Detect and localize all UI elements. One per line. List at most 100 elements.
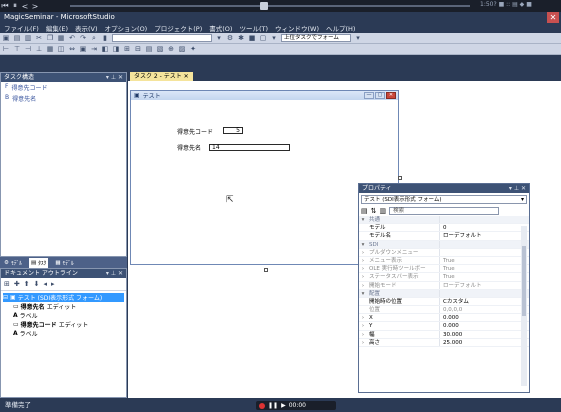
property-row[interactable]: › 高さ 25.000 bbox=[359, 338, 529, 347]
property-row[interactable]: モデル 0 bbox=[359, 224, 529, 233]
expand-icon[interactable]: › bbox=[359, 339, 367, 346]
task-form-combo[interactable]: 上位タスクでフォーム bbox=[281, 34, 351, 42]
property-search-input[interactable]: 検索 bbox=[389, 207, 500, 215]
menu-project[interactable]: プロジェクト(P) bbox=[154, 23, 202, 33]
scrollbar-thumb[interactable] bbox=[522, 246, 526, 316]
record-icon[interactable] bbox=[259, 402, 265, 409]
align-right-icon[interactable]: ⊣ bbox=[24, 45, 32, 53]
expand-icon[interactable]: › bbox=[359, 249, 367, 256]
pause-icon[interactable]: ❚❚ bbox=[268, 402, 278, 409]
collapse-icon[interactable]: ▾ bbox=[359, 241, 367, 248]
pin-icon[interactable]: ▾ ⊥ ✕ bbox=[509, 184, 526, 193]
customer-name-field[interactable]: 14 bbox=[209, 144, 290, 151]
redo-icon[interactable]: ↷ bbox=[79, 34, 87, 42]
expand-icon[interactable]: › bbox=[359, 322, 367, 329]
prev-icon[interactable]: < bbox=[20, 1, 30, 11]
combo-arrow-icon[interactable]: ▾ bbox=[354, 34, 362, 42]
pause-icon[interactable]: ⏸ bbox=[10, 1, 20, 11]
expand-icon[interactable]: › bbox=[359, 257, 367, 264]
table-icon[interactable]: ⊟ bbox=[134, 45, 142, 53]
menu-help[interactable]: ヘルプ(H) bbox=[326, 23, 355, 33]
toolbar-search-input[interactable] bbox=[112, 34, 212, 42]
property-row[interactable]: › OLE 実行時ツールボー True bbox=[359, 265, 529, 274]
dropdown-icon[interactable]: ▾ bbox=[215, 34, 223, 42]
cut-icon[interactable]: ✂ bbox=[35, 34, 43, 42]
menu-file[interactable]: ファイル(F) bbox=[4, 23, 39, 33]
menu-window[interactable]: ウィンドウ(W) bbox=[275, 23, 319, 33]
find-icon[interactable]: ⌕ bbox=[90, 34, 98, 42]
tab-task[interactable]: ▤ ﾀｽｸ bbox=[28, 257, 49, 268]
property-row[interactable]: 位置 0,0,0,0 bbox=[359, 306, 529, 315]
bring-front-icon[interactable]: ◧ bbox=[101, 45, 109, 53]
property-row[interactable]: › 幅 30.000 bbox=[359, 330, 529, 339]
maximize-icon[interactable]: ▢ bbox=[375, 92, 385, 99]
tree-icon[interactable]: ⊕ bbox=[167, 45, 175, 53]
minimize-icon[interactable]: — bbox=[364, 92, 374, 99]
spacing-icon[interactable]: ⇔ bbox=[68, 45, 76, 53]
add-icon[interactable]: ✚ bbox=[14, 280, 20, 288]
size-icon[interactable]: ◫ bbox=[57, 45, 65, 53]
menu-edit[interactable]: 編集(E) bbox=[46, 23, 68, 33]
align-center-icon[interactable]: ⊤ bbox=[13, 45, 21, 53]
property-category[interactable]: ▾ SDI bbox=[359, 240, 529, 249]
copy-icon[interactable]: ❐ bbox=[46, 34, 54, 42]
property-row[interactable]: › 開始モード ローデフォルト bbox=[359, 281, 529, 290]
tab-close-icon[interactable]: ✕ bbox=[184, 73, 189, 80]
categorized-icon[interactable]: ▤ bbox=[361, 207, 368, 215]
debug-icon[interactable]: ✱ bbox=[237, 34, 245, 42]
tab-task-2[interactable]: タスク 2 - テスト ✕ bbox=[130, 72, 193, 81]
menu-tools[interactable]: ツール(T) bbox=[239, 23, 268, 33]
tab-order-icon[interactable]: ⇥ bbox=[90, 45, 98, 53]
undo-icon[interactable]: ↶ bbox=[68, 34, 76, 42]
properties-scrollbar[interactable] bbox=[521, 226, 527, 386]
menu-view[interactable]: 表示(V) bbox=[75, 23, 98, 33]
property-row[interactable]: › X 0.000 bbox=[359, 314, 529, 323]
property-row[interactable]: › ステータスバー表示 True bbox=[359, 273, 529, 282]
recording-control[interactable]: ❚❚ ▶ 00:00 bbox=[256, 401, 336, 410]
expand-icon[interactable]: › bbox=[359, 273, 367, 280]
lock-icon[interactable]: ▣ bbox=[79, 45, 87, 53]
build-icon[interactable]: ⚙ bbox=[226, 34, 234, 42]
down-icon[interactable]: ⬇ bbox=[34, 280, 40, 288]
paste-icon[interactable]: ▦ bbox=[57, 34, 65, 42]
run-icon[interactable]: ▮ bbox=[101, 34, 109, 42]
tree-item[interactable]: A ラベル bbox=[3, 329, 124, 338]
close-icon[interactable]: ✕ bbox=[386, 92, 396, 99]
calendar-icon[interactable]: ▨ bbox=[178, 45, 186, 53]
resize-handle[interactable] bbox=[264, 268, 268, 272]
property-category[interactable]: ▾ 配置 bbox=[359, 289, 529, 298]
expand-icon[interactable]: › bbox=[359, 314, 367, 321]
tree-item[interactable]: ▭ 得意先名 エディット bbox=[3, 302, 124, 311]
pin-icon[interactable]: ▾ ⊥ ✕ bbox=[106, 269, 123, 278]
pin-icon[interactable]: ▾ ⊥ ✕ bbox=[106, 73, 123, 82]
menu-options[interactable]: オプション(O) bbox=[105, 23, 148, 33]
align-top-icon[interactable]: ⊥ bbox=[35, 45, 43, 53]
chart-icon[interactable]: ▤ bbox=[145, 45, 153, 53]
expand-icon[interactable]: › bbox=[359, 265, 367, 272]
property-row[interactable]: 開始時の位置 Cカスタム bbox=[359, 297, 529, 307]
right-icon[interactable]: ▸ bbox=[51, 280, 55, 288]
collapse-icon[interactable]: ⊟ bbox=[3, 294, 8, 301]
window-icon[interactable]: ▢ bbox=[259, 34, 267, 42]
object-selector[interactable]: テスト (SDI表示形式 フォーム) ▾ bbox=[361, 195, 527, 204]
format-icon[interactable]: ⊞ bbox=[123, 45, 131, 53]
collapse-icon[interactable]: ▾ bbox=[359, 216, 367, 223]
collapse-icon[interactable]: ▾ bbox=[359, 290, 367, 297]
tab-model-2[interactable]: ▦ ﾓﾃﾞﾙ bbox=[53, 258, 75, 268]
property-row[interactable]: › Y 0.000 bbox=[359, 322, 529, 331]
open-icon[interactable]: ▤ bbox=[13, 34, 21, 42]
settings-icon[interactable]: ▾ bbox=[270, 34, 278, 42]
property-row[interactable]: モデル名 ローデフォルト bbox=[359, 232, 529, 241]
align-left-icon[interactable]: ⊢ bbox=[2, 45, 10, 53]
up-icon[interactable]: ⬆ bbox=[24, 280, 30, 288]
property-row[interactable]: › メニュー表示 True bbox=[359, 256, 529, 266]
property-category[interactable]: ▾ 共通 bbox=[359, 216, 529, 225]
star-icon[interactable]: ✦ bbox=[189, 45, 197, 53]
close-icon[interactable]: ✕ bbox=[547, 12, 559, 23]
stop-icon[interactable]: ■ bbox=[248, 34, 256, 42]
expand-icon[interactable]: ⊞ bbox=[4, 280, 10, 288]
menu-format[interactable]: 書式(O) bbox=[209, 23, 232, 33]
rewind-icon[interactable]: ⏮ bbox=[0, 1, 10, 11]
property-pages-icon[interactable]: ▥ bbox=[380, 207, 387, 215]
play-icon[interactable]: ▶ bbox=[281, 402, 286, 409]
